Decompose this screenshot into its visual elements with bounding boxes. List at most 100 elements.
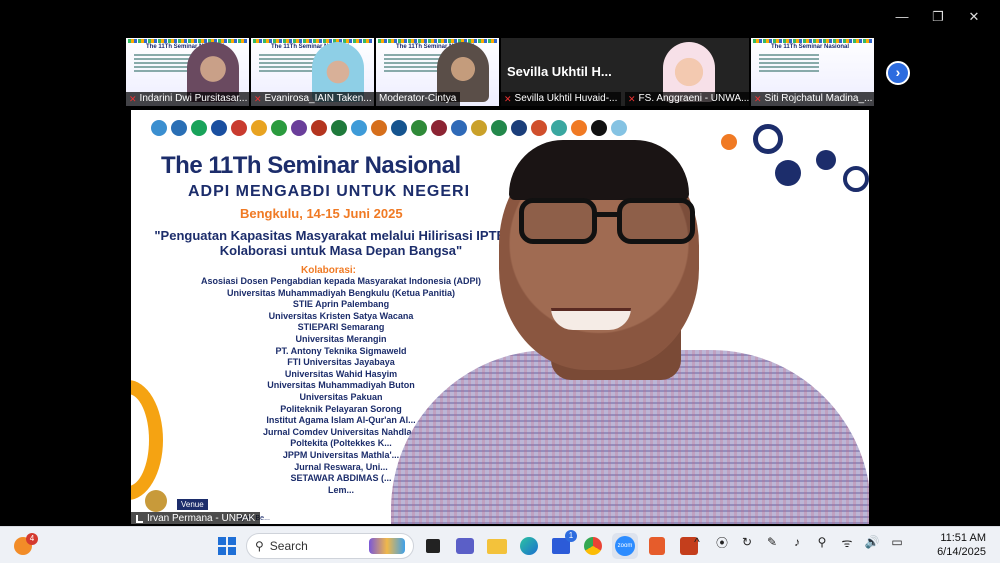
logo-icon — [291, 120, 307, 136]
list-item: Asosiasi Dosen Pengabdian kepada Masyara… — [200, 276, 482, 286]
clock[interactable]: 11:51 AM 6/14/2025 — [937, 531, 986, 559]
participant-name: ✕ Evanirosa_IAIN Taken... — [251, 92, 374, 106]
mic-muted-icon: ✕ — [504, 94, 512, 104]
participant-tile[interactable]: Sevilla Ukhtil H... ✕ Sevilla Ukhtil Huva… — [501, 38, 749, 106]
notification-badge: 4 — [26, 533, 38, 545]
list-item: Universitas Muhammadiyah Bengkulu (Ketua… — [226, 287, 456, 298]
logo-icon — [371, 120, 387, 136]
sync-icon[interactable]: ↻ — [738, 533, 756, 551]
participant-tile[interactable]: The 11Th Seminar Nasional Moderator-Cint… — [376, 38, 499, 106]
mic-muted-icon: ✕ — [754, 94, 762, 104]
list-item: STIE Aprin Palembang — [292, 299, 390, 310]
participant-tile[interactable]: The 11Th Seminar Nasional ✕ Indarini Dwi … — [126, 38, 249, 106]
logo-icon — [171, 120, 187, 136]
decor-dot-icon — [721, 134, 737, 150]
decor-dot-icon — [775, 160, 801, 186]
volume-icon[interactable]: 🔊 — [863, 533, 881, 551]
search-highlight-icon — [369, 538, 405, 554]
participant-name: ✕ Indarini Dwi Pursitasar... — [126, 92, 249, 106]
signal-icon — [136, 514, 143, 523]
search-input[interactable]: ⚲ Search — [246, 533, 414, 559]
pen-icon[interactable]: ✎ — [763, 533, 781, 551]
active-speaker-name: Irvan Permana - UNPAK — [131, 512, 261, 525]
list-item: Universitas Merangin — [295, 333, 387, 344]
participant-display-name: Sevilla Ukhtil H... — [507, 64, 612, 79]
logo-icon — [611, 120, 627, 136]
security-icon[interactable]: ⦿ — [713, 533, 731, 551]
mic-muted-icon: ✕ — [129, 94, 137, 104]
list-item: Universitas Kristen Satya Wacana — [268, 310, 414, 321]
audio-app-icon[interactable]: ♪ — [788, 533, 806, 551]
clock-time: 11:51 AM — [940, 532, 986, 544]
logo-icon — [591, 120, 607, 136]
participant-name: ✕ Sevilla Ukhtil Huvaid-... — [501, 92, 622, 106]
participant-tile[interactable]: The 11Th Seminar Nasional ✕ Siti Rojchatu… — [751, 38, 874, 106]
logo-icon — [431, 120, 447, 136]
mic-muted-icon: ✕ — [628, 94, 636, 104]
chrome-icon[interactable] — [580, 533, 606, 559]
logo-icon — [511, 120, 527, 136]
sponsor-logos — [151, 120, 627, 136]
weather-widget[interactable]: 4 — [12, 533, 38, 557]
taskbar-apps: ⚲ Search 1 zoom — [214, 530, 702, 559]
logo-icon — [571, 120, 587, 136]
show-hidden-icon[interactable]: ^ — [688, 533, 706, 551]
logo-icon — [331, 120, 347, 136]
notification-badge: 1 — [565, 530, 577, 542]
slide-subtitle: ADPI MENGABDI UNTUK NEGERI — [188, 183, 471, 200]
zoom-icon[interactable]: zoom — [612, 533, 638, 559]
file-explorer-icon[interactable] — [484, 533, 510, 559]
active-speaker-video[interactable]: The 11Th Seminar Nasional ADPI MENGABDI … — [131, 110, 869, 524]
speaker-smile — [551, 308, 631, 330]
system-tray: ^ ⦿ ↻ ✎ ♪ ⚲ ᯤ 🔊 ▭ — [688, 533, 906, 551]
logo-icon — [551, 120, 567, 136]
battery-icon[interactable]: ▭ — [888, 533, 906, 551]
logo-icon — [391, 120, 407, 136]
kolaborasi-heading: Kolaborasi: — [301, 265, 357, 276]
logo-icon — [491, 120, 507, 136]
mic-muted-icon: ✕ — [254, 94, 262, 104]
edge-icon[interactable] — [516, 533, 542, 559]
office-icon[interactable] — [644, 533, 670, 559]
logo-icon — [211, 120, 227, 136]
teams-icon[interactable] — [452, 533, 478, 559]
venue-label: Venue — [177, 499, 208, 510]
windows-taskbar: 4 ⚲ Search 1 zoom ^ ⦿ ↻ ✎ ♪ ⚲ ᯤ 🔊 ▭ 11:5… — [0, 526, 1000, 563]
slide-title: The 11Th Seminar Nasional — [161, 152, 461, 179]
logo-icon — [351, 120, 367, 136]
logo-icon — [251, 120, 267, 136]
participant-tile[interactable]: The 11Th Seminar Nasional ✕ Evanirosa_IAI… — [251, 38, 374, 106]
speaker-hair — [509, 140, 689, 200]
slide-theme: "Penguatan Kapasitas Masyarakat melalui … — [154, 228, 528, 258]
decor-ring-icon — [753, 124, 783, 154]
task-view-icon[interactable] — [420, 533, 446, 559]
restore-button[interactable]: ❐ — [920, 8, 956, 26]
store-icon[interactable]: 1 — [548, 530, 577, 559]
search-icon: ⚲ — [255, 539, 264, 553]
logo-icon — [531, 120, 547, 136]
language-icon[interactable]: ⚲ — [813, 533, 831, 551]
clock-date: 6/14/2025 — [937, 546, 986, 558]
glasses-icon — [519, 198, 699, 244]
window-controls: — ❐ ✕ — [884, 8, 992, 26]
slide-date: Bengkulu, 14-15 Juni 2025 — [240, 206, 403, 221]
venue-logo-icon — [145, 490, 167, 512]
logo-icon — [411, 120, 427, 136]
logo-icon — [231, 120, 247, 136]
decor-arc-icon — [131, 380, 163, 500]
logo-icon — [271, 120, 287, 136]
wifi-icon[interactable]: ᯤ — [838, 533, 856, 551]
start-icon[interactable] — [214, 533, 240, 559]
participant-name: ✕ Siti Rojchatul Madina_... — [751, 92, 874, 106]
minimize-button[interactable]: — — [884, 8, 920, 26]
decor-ring-icon — [843, 166, 869, 192]
logo-icon — [151, 120, 167, 136]
logo-icon — [471, 120, 487, 136]
list-item: PT. Antony Teknika Sigmaweld — [275, 345, 407, 356]
close-button[interactable]: ✕ — [956, 8, 992, 26]
logo-icon — [311, 120, 327, 136]
logo-icon — [451, 120, 467, 136]
gallery-next-button[interactable]: › — [886, 61, 910, 85]
participant-name: ✕ FS. Anggraeni - UNWA... — [625, 92, 749, 106]
list-item: FTI Universitas Jayabaya — [287, 357, 395, 368]
